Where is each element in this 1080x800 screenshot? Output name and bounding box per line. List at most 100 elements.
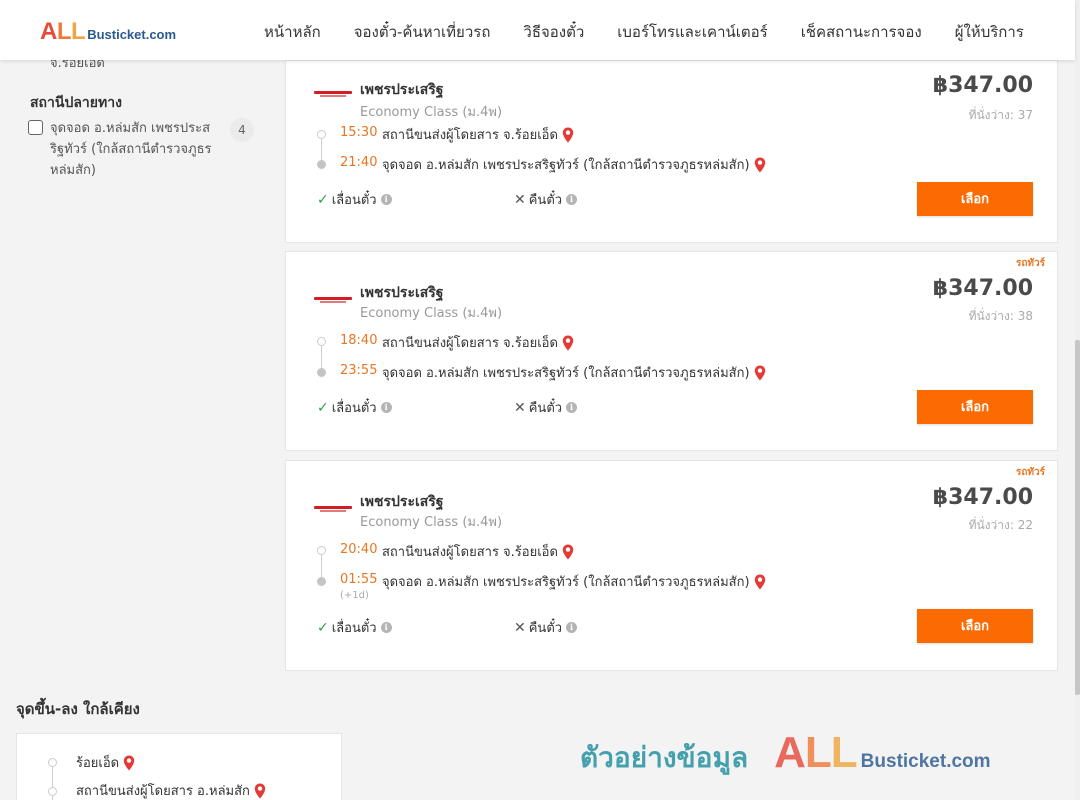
nearby-stops-panel: ร้อยเอ็ด สถานีขนส่งผู้โดยสาร อ.หล่มสัก: [16, 733, 342, 800]
cross-icon: ✕: [514, 619, 526, 636]
arrival-time: 01:55: [340, 572, 378, 587]
seats-available: ที่นั่งว่าง: 22: [968, 518, 1033, 532]
info-icon[interactable]: i: [380, 622, 392, 633]
departure-stop: สถานีขนส่งผู้โดยสาร จ.ร้อยเอ็ด: [382, 541, 574, 562]
refund-policy: ✕ คืนตั๋ว i: [514, 617, 578, 638]
operator-name: เพชรประเสริฐ: [360, 285, 444, 301]
destination-option-label: จุดจอด อ.หล่มสัก เพชรประสริฐทัวร์ (ใกล้ส…: [50, 121, 212, 178]
sample-data-watermark: ตัวอย่างข้อมูล ALL Busticket.com: [580, 728, 991, 780]
next-day-indicator: (+1d): [340, 590, 369, 601]
departure-dot: [317, 337, 326, 346]
select-trip-button[interactable]: เลือก: [917, 609, 1033, 643]
fare-price: ฿347.00: [932, 73, 1033, 98]
seat-class: Economy Class (ม.4พ): [360, 306, 503, 321]
operator-name: เพชรประเสริฐ: [360, 82, 444, 98]
nearby-stop-label: สถานีขนส่งผู้โดยสาร อ.หล่มสัก: [76, 784, 250, 799]
seats-available: ที่นั่งว่าง: 37: [968, 108, 1033, 122]
destination-checkbox[interactable]: [28, 120, 43, 135]
refund-label: คืนตั๋ว: [528, 401, 563, 416]
map-pin-icon[interactable]: [254, 783, 266, 799]
reschedule-label: เลื่อนตั๋ว: [331, 193, 377, 208]
nearby-stops-title: จุดขึ้น-ลง ใกล้เคียง: [16, 700, 140, 718]
nav-operators[interactable]: ผู้ให้บริการ: [955, 20, 1024, 44]
map-pin-icon[interactable]: [562, 544, 574, 560]
bus-type-badge: รถทัวร์: [1015, 258, 1045, 269]
departure-time: 18:40: [340, 333, 378, 348]
arrival-stop-label: จุดจอด อ.หล่มสัก เพชรประสริฐทัวร์ (ใกล้ส…: [382, 158, 750, 173]
arrival-time: 23:55: [340, 363, 378, 378]
refund-label: คืนตั๋ว: [528, 621, 563, 636]
seat-class: Economy Class (ม.4พ): [360, 105, 503, 120]
seat-class: Economy Class (ม.4พ): [360, 515, 503, 530]
operator-logo: [314, 297, 352, 303]
refund-label: คืนตั๋ว: [528, 193, 563, 208]
departure-stop: สถานีขนส่งผู้โดยสาร จ.ร้อยเอ็ด: [382, 332, 574, 353]
refund-policy: ✕ คืนตั๋ว i: [514, 189, 578, 210]
arrival-dot: [317, 577, 326, 586]
arrival-stop: จุดจอด อ.หล่มสัก เพชรประสริฐทัวร์ (ใกล้ส…: [382, 571, 766, 592]
cross-icon: ✕: [514, 191, 526, 208]
info-icon[interactable]: i: [380, 194, 392, 205]
arrival-stop: จุดจอด อ.หล่มสัก เพชรประสริฐทัวร์ (ใกล้ส…: [382, 154, 766, 175]
scrollbar-thumb[interactable]: [1075, 340, 1080, 695]
watermark-domain: Busticket.com: [860, 751, 991, 772]
departure-stop: สถานีขนส่งผู้โดยสาร จ.ร้อยเอ็ด: [382, 124, 574, 145]
check-icon: ✓: [317, 191, 329, 208]
departure-dot: [317, 130, 326, 139]
select-trip-button[interactable]: เลือก: [917, 182, 1033, 216]
nav-contacts[interactable]: เบอร์โทรและเคาน์เตอร์: [617, 20, 767, 44]
arrival-stop-label: จุดจอด อ.หล่มสัก เพชรประสริฐทัวร์ (ใกล้ส…: [382, 575, 750, 590]
select-trip-button[interactable]: เลือก: [917, 390, 1033, 424]
departure-time: 15:30: [340, 125, 378, 140]
arrival-dot: [317, 160, 326, 169]
departure-time: 20:40: [340, 542, 378, 557]
arrival-dot: [317, 368, 326, 377]
logo-domain: Busticket.com: [87, 27, 177, 42]
map-pin-icon[interactable]: [754, 574, 766, 590]
departure-stop-label: สถานีขนส่งผู้โดยสาร จ.ร้อยเอ็ด: [382, 545, 558, 560]
map-pin-icon[interactable]: [123, 755, 135, 771]
nearby-stop-item[interactable]: สถานีขนส่งผู้โดยสาร อ.หล่มสัก: [76, 780, 266, 800]
map-pin-icon[interactable]: [562, 335, 574, 351]
info-icon[interactable]: i: [566, 194, 578, 205]
map-pin-icon[interactable]: [754, 365, 766, 381]
top-navbar: ALL Busticket.com หน้าหลัก จองตั๋ว-ค้นหา…: [0, 0, 1075, 60]
nearby-stop-label: ร้อยเอ็ด: [76, 756, 120, 771]
nav-home[interactable]: หน้าหลัก: [264, 20, 321, 44]
nearby-dot: [48, 758, 57, 767]
departure-dot: [317, 546, 326, 555]
map-pin-icon[interactable]: [754, 157, 766, 173]
fare-price: ฿347.00: [932, 485, 1033, 510]
bus-type-badge: รถทัวร์: [1015, 467, 1045, 478]
arrival-time: 21:40: [340, 155, 378, 170]
info-icon[interactable]: i: [566, 402, 578, 413]
destination-filter-title: สถานีปลายทาง: [30, 95, 122, 111]
arrival-stop-label: จุดจอด อ.หล่มสัก เพชรประสริฐทัวร์ (ใกล้ส…: [382, 366, 750, 381]
check-icon: ✓: [317, 619, 329, 636]
seats-available: ที่นั่งว่าง: 38: [968, 309, 1033, 323]
reschedule-policy: ✓ เลื่อนตั๋ว i: [317, 189, 392, 210]
nearby-stop-item[interactable]: ร้อยเอ็ด: [76, 752, 135, 773]
reschedule-label: เลื่อนตั๋ว: [331, 621, 377, 636]
info-icon[interactable]: i: [566, 622, 578, 633]
nearby-dot: [48, 787, 57, 796]
reschedule-policy: ✓ เลื่อนตั๋ว i: [317, 617, 392, 638]
destination-option-count: 4: [230, 118, 254, 142]
route-timeline: [321, 343, 322, 369]
map-pin-icon[interactable]: [562, 127, 574, 143]
operator-name: เพชรประเสริฐ: [360, 494, 444, 510]
nav-check-booking[interactable]: เช็คสถานะการจอง: [801, 20, 922, 44]
operator-logo: [314, 91, 352, 97]
fare-price: ฿347.00: [932, 276, 1033, 301]
trip-card: เพชรประเสริฐ Economy Class (ม.4พ) ฿347.0…: [285, 60, 1058, 243]
site-logo[interactable]: ALL Busticket.com: [40, 18, 176, 46]
watermark-sample-text: ตัวอย่างข้อมูล: [580, 741, 749, 774]
info-icon[interactable]: i: [380, 402, 392, 413]
departure-stop-label: สถานีขนส่งผู้โดยสาร จ.ร้อยเอ็ด: [382, 128, 558, 143]
nav-how-to-book[interactable]: วิธีจองตั๋ว: [523, 20, 584, 44]
trip-card: รถทัวร์ เพชรประเสริฐ Economy Class (ม.4พ…: [285, 251, 1058, 451]
operator-logo: [314, 506, 352, 512]
main-nav: หน้าหลัก จองตั๋ว-ค้นหาเที่ยวรถ วิธีจองตั…: [264, 20, 1024, 44]
refund-policy: ✕ คืนตั๋ว i: [514, 397, 578, 418]
nav-book-search[interactable]: จองตั๋ว-ค้นหาเที่ยวรถ: [354, 20, 491, 44]
